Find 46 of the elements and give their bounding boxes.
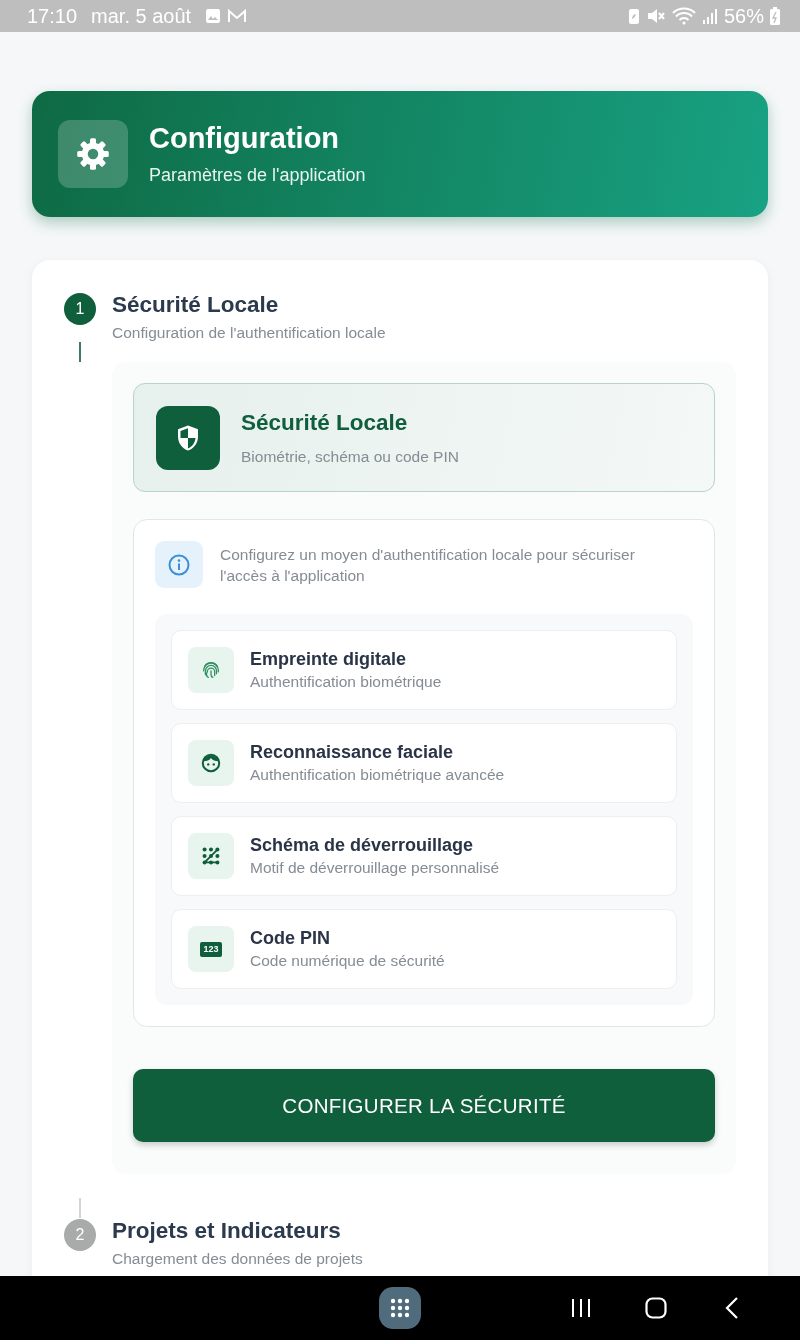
page-title: Configuration xyxy=(149,122,341,155)
security-option-card[interactable]: Sécurité Locale Biométrie, schéma ou code PIN xyxy=(133,383,715,492)
image-icon xyxy=(205,8,222,24)
method-description: Authentification biométrique xyxy=(250,673,442,691)
configure-security-button[interactable]: CONFIGURER LA SÉCURITÉ xyxy=(133,1069,715,1142)
fingerprint-icon xyxy=(200,659,222,681)
battery-saver-icon xyxy=(627,7,640,25)
mail-icon xyxy=(227,8,248,24)
battery-level: 56% xyxy=(723,4,764,28)
battery-icon xyxy=(770,7,780,25)
method-title: Empreinte digitale xyxy=(250,649,408,670)
method-description: Code numérique de sécurité xyxy=(250,952,445,970)
step-title: Projets et Indicateurs xyxy=(112,1218,342,1244)
option-title: Sécurité Locale xyxy=(241,409,409,436)
mute-icon xyxy=(645,7,666,25)
method-title: Reconnaissance faciale xyxy=(250,742,455,763)
recents-button[interactable] xyxy=(570,1298,592,1318)
method-title: Schéma de déverrouillage xyxy=(250,835,475,856)
info-icon xyxy=(155,541,203,588)
pattern-icon xyxy=(200,845,222,867)
option-description: Biométrie, schéma ou code PIN xyxy=(241,447,459,466)
app-drawer-button[interactable] xyxy=(379,1287,421,1329)
step-title: Sécurité Locale xyxy=(112,292,280,318)
wifi-icon xyxy=(671,7,696,25)
auth-method-item[interactable]: 123 Code PIN Code numérique de sécurité xyxy=(171,909,677,989)
method-title: Code PIN xyxy=(250,928,331,949)
back-button[interactable] xyxy=(724,1296,740,1320)
method-description: Authentification biométrique avancée xyxy=(250,766,505,784)
auth-method-item[interactable]: Schéma de déverrouillage Motif de déverrouillage personnalisé xyxy=(171,816,677,896)
face-icon xyxy=(200,752,222,774)
pin-icon: 123 xyxy=(200,941,222,957)
signal-icon xyxy=(701,7,718,25)
auth-method-item[interactable]: Empreinte digitale Authentification biométrique xyxy=(171,630,677,710)
gear-icon xyxy=(58,120,128,188)
auth-method-item[interactable]: Reconnaissance faciale Authentification biométrique avancée xyxy=(171,723,677,803)
step-description: Configuration de l'authentification locale xyxy=(112,324,387,342)
clock-time: 17:10 xyxy=(27,4,78,28)
info-message: Configurez un moyen d'authentification locale pour sécuriser l'accès à l'application xyxy=(220,545,636,586)
step-description: Chargement des données de projets xyxy=(112,1250,364,1268)
home-button[interactable] xyxy=(645,1297,667,1319)
step-number: 1 xyxy=(64,293,96,325)
method-description: Motif de déverrouillage personnalisé xyxy=(250,859,499,877)
status-date: mar. 5 août xyxy=(91,4,192,28)
step-number: 2 xyxy=(64,1219,96,1251)
shield-icon xyxy=(156,405,220,470)
page-subtitle: Paramètres de l'application xyxy=(149,165,366,186)
